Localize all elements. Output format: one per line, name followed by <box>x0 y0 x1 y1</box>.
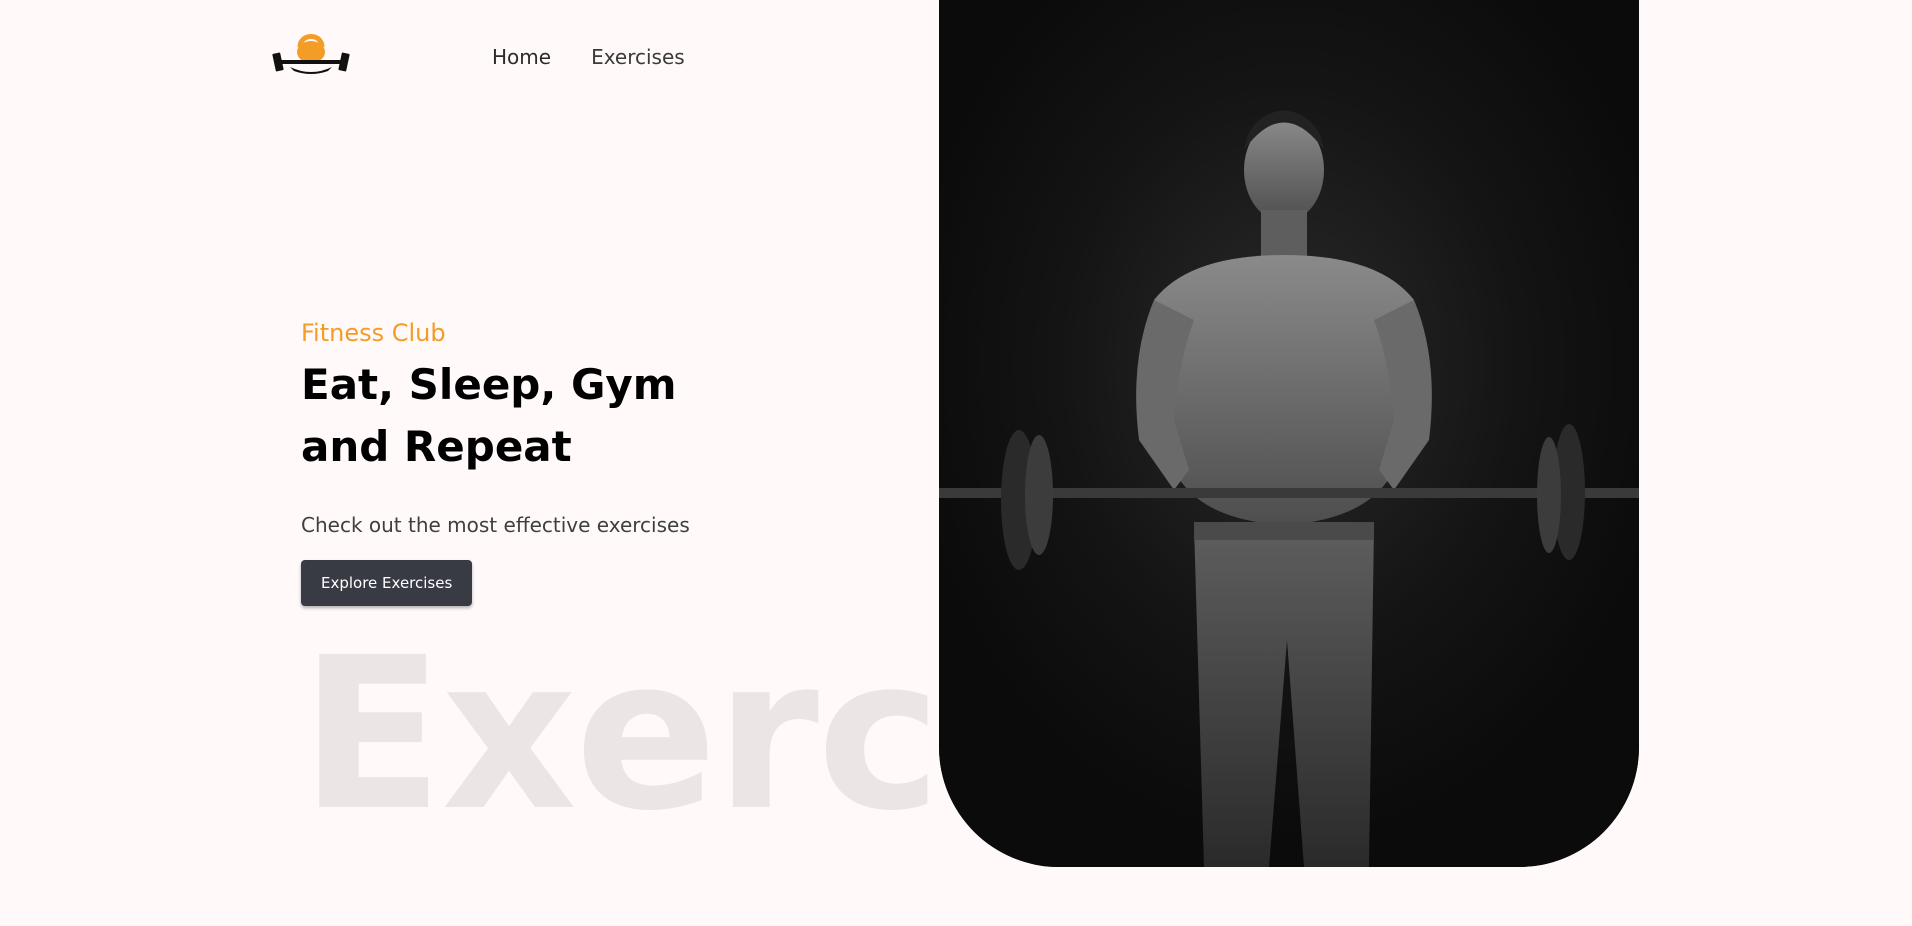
hero-tagline: Fitness Club <box>301 319 446 347</box>
bodybuilder-barbell-image <box>939 0 1639 867</box>
hero-title-line1: Eat, Sleep, Gym <box>301 360 677 409</box>
hero-banner-image <box>939 0 1639 867</box>
hero-subtitle: Check out the most effective exercises <box>301 513 690 537</box>
nav-home-link[interactable]: Home <box>492 42 551 72</box>
kettlebell-dumbbell-logo-icon <box>272 34 350 74</box>
hero-title-line2: and Repeat <box>301 422 572 471</box>
hero-section: Fitness Club Eat, Sleep, Gym and Repeat … <box>301 316 861 606</box>
main-nav: Home Exercises <box>492 42 685 72</box>
hero-title: Eat, Sleep, Gym and Repeat <box>301 354 861 478</box>
logo[interactable] <box>270 27 352 77</box>
explore-exercises-button[interactable]: Explore Exercises <box>301 560 473 606</box>
nav-exercises-link[interactable]: Exercises <box>591 42 685 72</box>
